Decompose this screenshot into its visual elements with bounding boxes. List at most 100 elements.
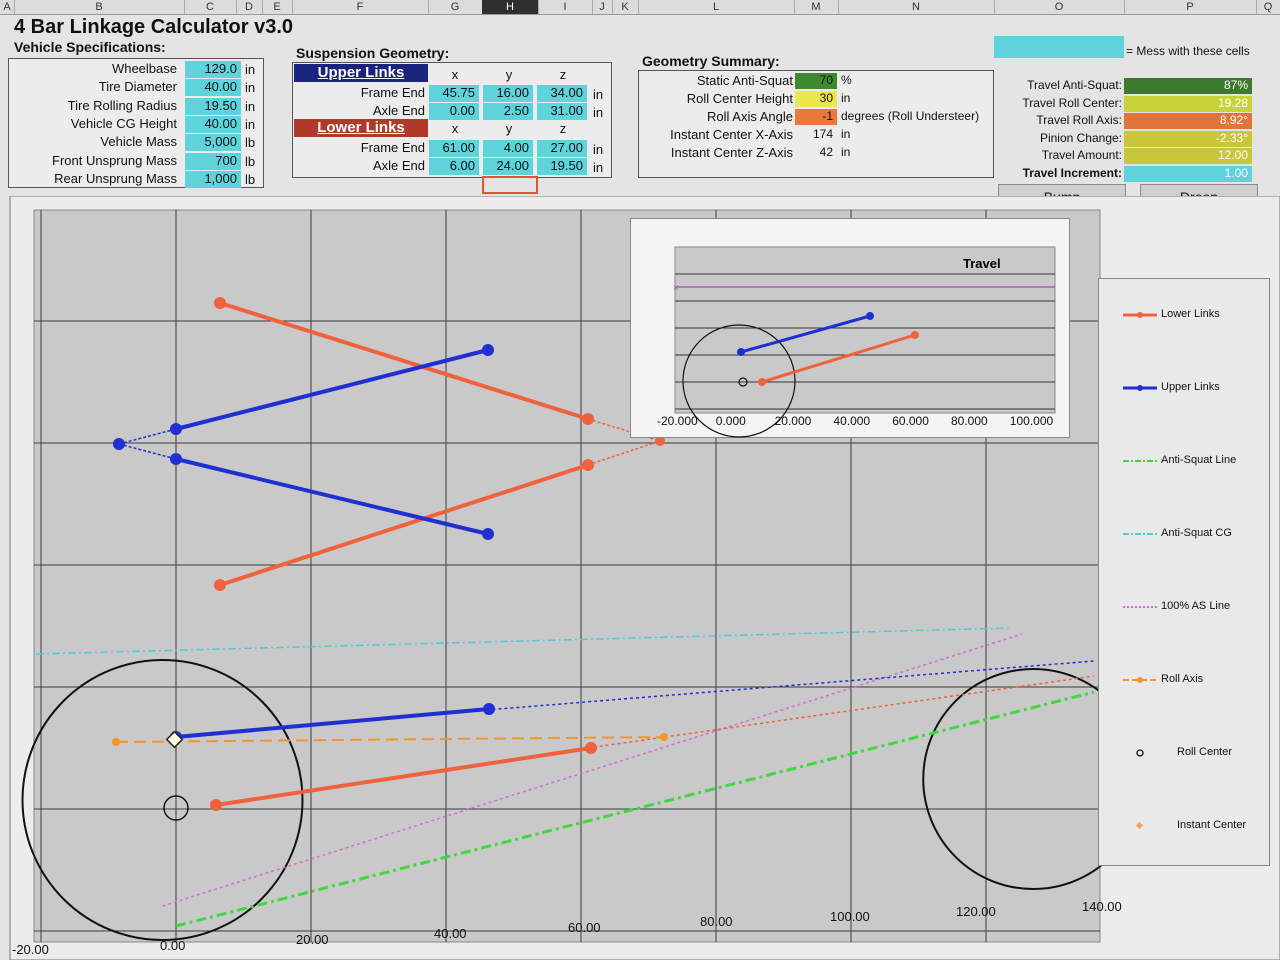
- x-tick-label: 40.00: [434, 926, 467, 941]
- inset-x-ticks: -20.000 0.000 20.000 40.000 60.000 80.000 100.…: [657, 414, 1054, 428]
- column-header-bar: A B C D E F G H I J K L M N O P Q: [0, 0, 1280, 15]
- lower-axis-x: x: [451, 121, 459, 136]
- x-tick-label: 20.00: [296, 932, 329, 947]
- vehicle-spec-unit: in: [245, 80, 256, 96]
- upper-axis-x: x: [451, 67, 459, 82]
- upper-frame-x-input[interactable]: 45.75: [429, 85, 479, 102]
- page-title: 4 Bar Linkage Calculator v3.0: [14, 16, 294, 38]
- lower-axle-label: Axle End: [372, 158, 425, 173]
- summary-label: Static Anti-Squat: [696, 73, 793, 88]
- lower-frame-y-input[interactable]: 4.00: [483, 140, 533, 157]
- upper-link-top-view-end: [170, 453, 182, 465]
- vehicle-spec-unit: in: [245, 62, 256, 77]
- editable-cell-legend-swatch: [994, 36, 1124, 58]
- column-header-i[interactable]: I: [538, 0, 593, 14]
- vehicle-spec-input[interactable]: 5,000: [185, 134, 241, 152]
- suspension-geometry-panel: Upper Links x y z Frame End 45.75 16.00 …: [292, 62, 612, 178]
- vehicle-spec-input[interactable]: 700: [185, 152, 241, 170]
- summary-unit: in: [841, 127, 851, 141]
- legend-item-label: Lower Links: [1161, 308, 1220, 320]
- inset-x-tick-label: 20.000: [775, 414, 812, 428]
- summary-value: 30: [795, 91, 837, 107]
- travel-label: Travel Increment:: [1022, 165, 1122, 180]
- selected-cell[interactable]: [482, 176, 538, 194]
- column-header-n[interactable]: N: [838, 0, 995, 14]
- column-header-j[interactable]: J: [592, 0, 613, 14]
- vehicle-spec-unit: lb: [245, 135, 256, 151]
- geometry-summary-heading: Geometry Summary:: [642, 53, 780, 69]
- summary-unit: %: [841, 73, 852, 87]
- travel-label: Travel Roll Center:: [1022, 95, 1122, 110]
- column-header-a[interactable]: A: [0, 0, 15, 14]
- x-tick-label: 80.00: [700, 914, 733, 929]
- inset-upper-link-end: [737, 348, 745, 356]
- upper-links-heading: Upper Links: [294, 64, 428, 82]
- legend-swatch: [1123, 312, 1157, 318]
- summary-label: Roll Axis Angle: [707, 109, 793, 124]
- lower-links-heading: Lower Links: [294, 119, 428, 137]
- lower-axle-x-input[interactable]: 6.00: [429, 158, 479, 175]
- column-header-p[interactable]: P: [1124, 0, 1257, 14]
- column-header-q[interactable]: Q: [1256, 0, 1280, 14]
- upper-axle-unit: in: [593, 105, 604, 120]
- column-header-g[interactable]: G: [428, 0, 483, 14]
- upper-link-side-view-end: [483, 703, 495, 715]
- inset-lower-link-end: [911, 331, 919, 339]
- travel-label: Travel Amount:: [1041, 148, 1122, 162]
- inset-reference-marker: ×: [673, 283, 679, 294]
- upper-axle-label: Axle End: [372, 103, 425, 118]
- lower-link-top-view-end: [214, 579, 226, 591]
- travel-label: Pinion Change:: [1039, 130, 1122, 145]
- upper-frame-z-input[interactable]: 34.00: [537, 85, 587, 102]
- summary-value: 42: [819, 145, 833, 159]
- chart-legend: Lower Links Upper Links Anti-Squat Line Ant…: [1098, 278, 1270, 866]
- upper-link-top-view-end: [482, 528, 494, 540]
- inset-plot-area: [674, 246, 1056, 414]
- column-header-h[interactable]: H: [482, 0, 539, 14]
- travel-value: 87%: [1124, 78, 1252, 94]
- legend-item-label: Roll Center: [1177, 746, 1233, 758]
- vehicle-spec-input[interactable]: 40.00: [185, 79, 241, 97]
- roll-axis-end: [660, 733, 668, 741]
- column-header-o[interactable]: O: [994, 0, 1125, 14]
- vehicle-spec-input[interactable]: 1,000: [185, 170, 241, 188]
- vehicle-spec-label: Vehicle CG Height: [70, 115, 177, 131]
- travel-value: -2.33°: [1124, 130, 1252, 147]
- lower-frame-z-input[interactable]: 27.00: [537, 140, 587, 157]
- upper-axle-y-input[interactable]: 2.50: [483, 103, 533, 120]
- column-header-k[interactable]: K: [612, 0, 639, 14]
- legend-swatch: [1136, 749, 1144, 757]
- travel-value: 1.00: [1124, 165, 1252, 182]
- column-header-b[interactable]: B: [14, 0, 185, 14]
- column-header-e[interactable]: E: [262, 0, 293, 14]
- column-header-m[interactable]: M: [794, 0, 839, 14]
- summary-unit: in: [841, 91, 851, 105]
- vehicle-spec-input[interactable]: 129.0: [185, 61, 241, 78]
- suspension-geometry-heading: Suspension Geometry:: [296, 45, 450, 61]
- summary-value: 174: [812, 127, 833, 141]
- column-header-l[interactable]: L: [638, 0, 795, 14]
- legend-swatch: [1123, 385, 1157, 391]
- vehicle-spec-input[interactable]: 40.00: [185, 115, 241, 133]
- lower-axle-z-input[interactable]: 19.50: [537, 158, 587, 175]
- geometry-summary-panel: Static Anti-Squat 70% Roll Center Height 30…: [638, 70, 994, 178]
- x-tick-label: 60.00: [568, 920, 601, 935]
- travel-label: Travel Roll Axis:: [1036, 113, 1122, 127]
- legend-item-label: Instant Center: [1177, 819, 1247, 831]
- upper-axle-x-input[interactable]: 0.00: [429, 103, 479, 120]
- column-header-f[interactable]: F: [292, 0, 429, 14]
- x-tick-label: -20.00: [12, 942, 49, 957]
- x-tick-label: 100.00: [830, 909, 870, 924]
- vehicle-spec-unit: in: [245, 98, 256, 114]
- vehicle-spec-input[interactable]: 19.50: [185, 97, 241, 115]
- travel-panel: Travel Anti-Squat: 87% Travel Roll Center:…: [994, 74, 1256, 182]
- upper-axis-y: y: [505, 67, 513, 82]
- upper-axle-z-input[interactable]: 31.00: [537, 103, 587, 120]
- upper-frame-y-input[interactable]: 16.00: [483, 85, 533, 102]
- column-header-d[interactable]: D: [236, 0, 263, 14]
- travel-value: 8.92°: [1124, 113, 1252, 129]
- column-header-c[interactable]: C: [184, 0, 237, 14]
- lower-frame-x-input[interactable]: 61.00: [429, 140, 479, 157]
- lower-axle-y-input[interactable]: 24.00: [483, 158, 533, 175]
- travel-value: 19.28: [1124, 95, 1252, 112]
